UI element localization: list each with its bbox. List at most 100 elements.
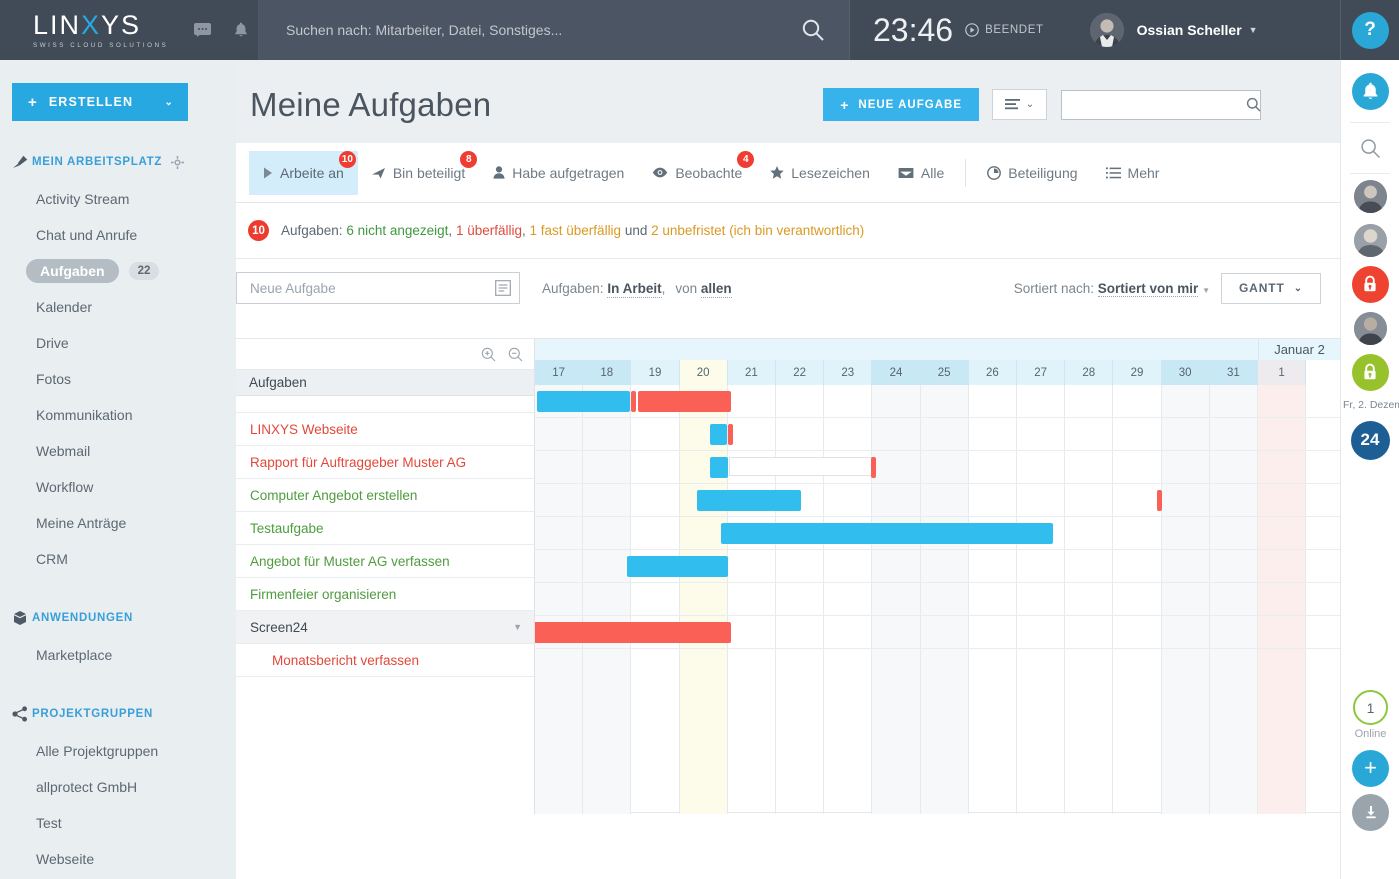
gantt-task-row[interactable]: Rapport für Auftraggeber Muster AG (236, 446, 534, 479)
tab-mehr[interactable]: Mehr (1092, 151, 1174, 195)
sidebar-item-label: Meine Anträge (36, 515, 127, 531)
zoom-in-icon[interactable] (481, 347, 496, 362)
new-task-input[interactable] (250, 280, 495, 296)
gantt-task-row[interactable]: Computer Angebot erstellen (236, 479, 534, 512)
chevron-down-icon[interactable]: ▼ (513, 622, 522, 632)
new-task-inline-field[interactable] (236, 272, 520, 304)
search-icon[interactable] (1246, 97, 1261, 112)
plus-icon: + (840, 96, 850, 113)
tab-arbeite-an[interactable]: Arbeite an 10 (249, 150, 358, 195)
gantt-task-row[interactable]: LINXYS Webseite (236, 413, 534, 446)
help-button[interactable]: ? (1351, 11, 1389, 49)
filter-status-value[interactable]: In Arbeit (607, 280, 662, 298)
sidebar-item-meine-antr-ge[interactable]: Meine Anträge (0, 505, 236, 541)
gantt-bar[interactable] (709, 424, 728, 445)
new-task-button[interactable]: + NEUE AUFGABE (823, 88, 979, 121)
create-button[interactable]: + ERSTELLEN ⌄ (12, 83, 188, 121)
gantt-month-row: Januar 2 (535, 339, 1340, 360)
avatar (1353, 179, 1387, 213)
tab-bin-beteiligt[interactable]: Bin beteiligt 8 (358, 150, 479, 195)
download-button[interactable] (1341, 790, 1399, 834)
online-indicator[interactable]: 1 (1341, 690, 1399, 725)
task-template-icon[interactable] (495, 280, 511, 296)
gantt-bar[interactable] (870, 457, 876, 478)
gantt-bar[interactable] (727, 424, 733, 445)
sidebar-item-kommunikation[interactable]: Kommunikation (0, 397, 236, 433)
chevron-down-icon[interactable]: ▼ (1202, 286, 1210, 295)
tab-alle[interactable]: Alle (884, 151, 958, 195)
summary-almost-overdue[interactable]: 1 fast überfällig (530, 223, 622, 238)
contact-avatar-1[interactable] (1341, 174, 1399, 218)
locked-user-red[interactable] (1341, 262, 1399, 306)
view-options-button[interactable]: ⌄ (992, 89, 1047, 120)
gantt-group-row[interactable]: Screen24 ▼ (236, 611, 534, 644)
sidebar-item-marketplace[interactable]: Marketplace (0, 637, 236, 673)
gantt-day-cell: 26 (968, 360, 1017, 385)
chat-icon[interactable] (194, 23, 212, 37)
gantt-bar[interactable] (626, 556, 728, 577)
zoom-out-icon[interactable] (508, 347, 523, 362)
gantt-bar[interactable] (1157, 490, 1163, 511)
sidebar-item-fotos[interactable]: Fotos (0, 361, 236, 397)
play-circle-icon (965, 23, 979, 37)
summary-hidden[interactable]: 6 nicht angezeigt (346, 223, 448, 238)
sidebar-item-webseite[interactable]: Webseite (0, 841, 236, 877)
summary-open[interactable]: 2 unbefristet (ich bin verantwortlich) (651, 223, 864, 238)
app-logo[interactable]: LINXYS SWISS CLOUD SOLUTIONS (33, 11, 168, 49)
sidebar-item-test[interactable]: Test (0, 805, 236, 841)
notifications-button[interactable] (1341, 60, 1399, 122)
summary-overdue[interactable]: 1 überfällig (456, 223, 522, 238)
tab-habe-aufgetragen[interactable]: Habe aufgetragen (479, 151, 638, 195)
gantt-task-row[interactable]: Angebot für Muster AG verfassen (236, 545, 534, 578)
sidebar-item-crm[interactable]: CRM (0, 541, 236, 577)
global-search[interactable] (259, 0, 849, 60)
task-label: Monatsbericht verfassen (272, 652, 420, 668)
gantt-bar[interactable] (631, 391, 637, 412)
gantt-view-button[interactable]: GANTT ⌄ (1221, 272, 1321, 304)
gantt-bar[interactable] (696, 490, 802, 511)
contact-avatar-2[interactable] (1341, 218, 1399, 262)
sidebar-search-button[interactable] (1341, 123, 1399, 173)
gantt-bar[interactable] (535, 622, 732, 643)
gantt-task-row[interactable]: Firmenfeier organisieren (236, 578, 534, 611)
sidebar-item-chat-und-anrufe[interactable]: Chat und Anrufe (0, 217, 236, 253)
chevron-down-icon[interactable]: ⌄ (165, 97, 174, 108)
sidebar-item-activity-stream[interactable]: Activity Stream (0, 181, 236, 217)
task-search-input[interactable] (1070, 97, 1246, 112)
task-search[interactable] (1061, 89, 1261, 120)
locked-user-green[interactable] (1341, 350, 1399, 394)
sidebar-item-alle-projektgruppen[interactable]: Alle Projektgruppen (0, 733, 236, 769)
tab-beteiligung[interactable]: Beteiligung (973, 151, 1091, 195)
tab-lesezeichen[interactable]: Lesezeichen (756, 151, 884, 195)
bell-icon[interactable] (234, 22, 248, 38)
gantt-bar[interactable] (728, 457, 873, 476)
sort-value[interactable]: Sortiert von mir (1097, 280, 1199, 297)
user-menu[interactable]: Ossian Scheller ▼ (1044, 13, 1258, 47)
contact-avatar-3[interactable] (1341, 306, 1399, 350)
gantt-task-row[interactable]: Testaufgabe (236, 512, 534, 545)
gantt-bar[interactable] (709, 457, 728, 478)
clock-status[interactable]: BEENDET (965, 23, 1044, 37)
sidebar-item-webmail[interactable]: Webmail (0, 433, 236, 469)
search-icon[interactable] (801, 18, 825, 42)
tab-beobachte[interactable]: Beobachte 4 (638, 150, 756, 195)
gantt-bar[interactable] (537, 391, 630, 412)
add-button[interactable]: + (1341, 746, 1399, 790)
day-counter-badge[interactable]: 24 (1341, 418, 1399, 462)
sidebar-item-kalender[interactable]: Kalender (0, 289, 236, 325)
gear-icon[interactable] (171, 155, 185, 169)
gantt-day-cell: 30 (1161, 360, 1210, 385)
gantt-bar[interactable] (638, 391, 731, 412)
lock-green-icon (1351, 353, 1389, 391)
tab-badge: 10 (338, 150, 356, 168)
chevron-down-icon[interactable]: ▼ (1249, 25, 1258, 35)
gantt-day-cell: 20 (679, 360, 728, 385)
filter-from-value[interactable]: allen (700, 280, 732, 298)
gantt-bar[interactable] (720, 523, 1054, 544)
gantt-task-row[interactable]: Monatsbericht verfassen (236, 644, 534, 677)
sidebar-item-workflow[interactable]: Workflow (0, 469, 236, 505)
sidebar-item-drive[interactable]: Drive (0, 325, 236, 361)
sidebar-item-allprotect-gmbh[interactable]: allprotect GmbH (0, 769, 236, 805)
search-input[interactable] (286, 22, 801, 38)
sidebar-item-aufgaben[interactable]: Aufgaben 22 (0, 253, 236, 289)
